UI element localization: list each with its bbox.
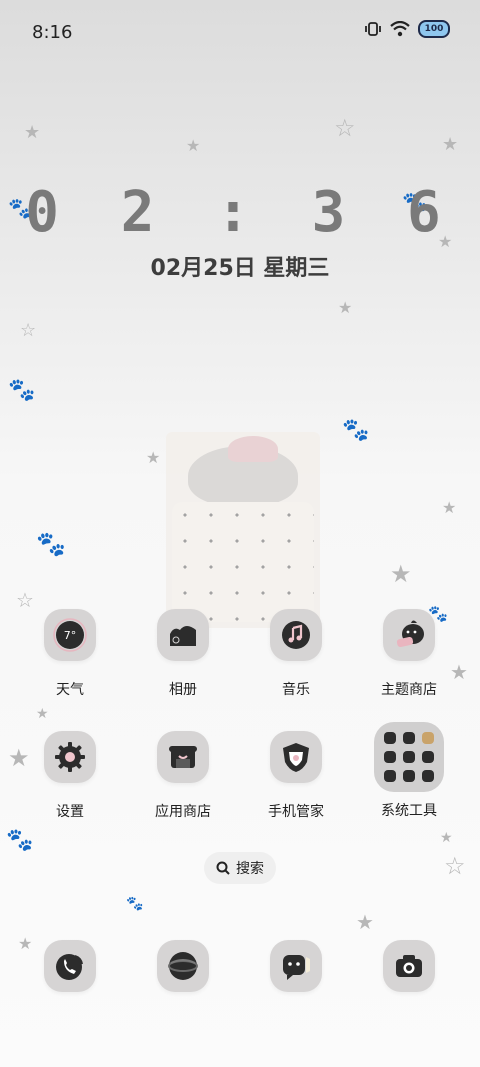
star-decoration: ★ [186, 136, 201, 155]
app-label: 手机管家 [268, 804, 324, 820]
gallery-icon [157, 609, 209, 661]
tool-icon [422, 751, 434, 763]
tool-icon [422, 732, 434, 744]
status-bar: 8:16 100 [0, 0, 480, 66]
tool-icon [384, 732, 396, 744]
star-decoration: ☆ [334, 114, 356, 142]
search-label: 搜索 [236, 861, 264, 877]
weather-temperature: 7° [64, 629, 77, 642]
app-store-icon [157, 731, 209, 783]
app-label: 音乐 [282, 682, 310, 698]
wallpaper-cat-image [166, 432, 320, 628]
app-label: 主题商店 [381, 682, 437, 698]
app-phone-manager[interactable]: 手机管家 [241, 731, 351, 821]
browser-icon [157, 940, 209, 992]
app-weather[interactable]: 7° 天气 [15, 609, 125, 699]
clock-widget-date: 02月25日 星期三 [150, 256, 330, 281]
star-decoration: ★ [442, 134, 459, 155]
paw-decoration: 🐾 [342, 418, 370, 443]
star-decoration: ★ [36, 706, 49, 722]
star-decoration: ★ [146, 448, 161, 467]
battery-icon: 100 [418, 20, 450, 38]
status-time: 8:16 [32, 22, 73, 43]
cat-nightcap [228, 436, 278, 462]
star-decoration: ★ [24, 122, 41, 143]
star-decoration: ☆ [444, 852, 466, 880]
paw-decoration: 🐾 [8, 378, 36, 403]
app-label: 天气 [56, 682, 84, 698]
app-gallery[interactable]: 相册 [128, 609, 238, 699]
dock-phone[interactable] [15, 940, 125, 992]
status-icons: 100 [364, 20, 450, 38]
app-label: 系统工具 [381, 803, 437, 819]
dock-browser[interactable] [128, 940, 238, 992]
system-tools-folder-icon [374, 722, 444, 792]
camera-icon [383, 940, 435, 992]
dock-messages[interactable] [241, 940, 351, 992]
star-decoration: ★ [390, 560, 412, 588]
folder-system-tools[interactable]: 系统工具 [354, 722, 464, 820]
phone-icon [44, 940, 96, 992]
app-app-store[interactable]: 应用商店 [128, 731, 238, 821]
tool-icon [422, 770, 434, 782]
app-theme-store[interactable]: 主题商店 [354, 609, 464, 699]
app-music[interactable]: 音乐 [241, 609, 351, 699]
app-label: 应用商店 [155, 804, 211, 820]
star-decoration: ★ [338, 298, 353, 317]
tool-icon [403, 751, 415, 763]
weather-icon: 7° [44, 609, 96, 661]
tool-icon [403, 770, 415, 782]
tool-icon [384, 751, 396, 763]
phone-manager-icon [270, 731, 322, 783]
music-icon [270, 609, 322, 661]
clock-widget-time[interactable]: 0 2 : 3 6 [0, 180, 480, 245]
theme-store-icon [383, 609, 435, 661]
cat-blanket [172, 502, 314, 622]
tool-icon [384, 770, 396, 782]
star-decoration: ★ [442, 498, 457, 517]
battery-level: 100 [424, 24, 444, 34]
search-icon [216, 861, 230, 875]
paw-decoration: 🐾 [36, 530, 66, 558]
dock-camera[interactable] [354, 940, 464, 992]
tool-icon [403, 732, 415, 744]
app-label: 设置 [56, 804, 84, 820]
vibrate-icon [365, 22, 381, 36]
star-decoration: ☆ [20, 320, 37, 341]
app-settings[interactable]: 设置 [15, 731, 125, 821]
star-decoration: ★ [356, 910, 374, 934]
search-button[interactable]: 搜索 [204, 852, 276, 884]
paw-decoration: 🐾 [6, 828, 34, 853]
app-label: 相册 [169, 682, 197, 698]
settings-icon [44, 731, 96, 783]
paw-decoration: 🐾 [126, 896, 144, 912]
messages-icon [270, 940, 322, 992]
wifi-icon [390, 21, 410, 37]
star-decoration: ★ [440, 830, 453, 846]
